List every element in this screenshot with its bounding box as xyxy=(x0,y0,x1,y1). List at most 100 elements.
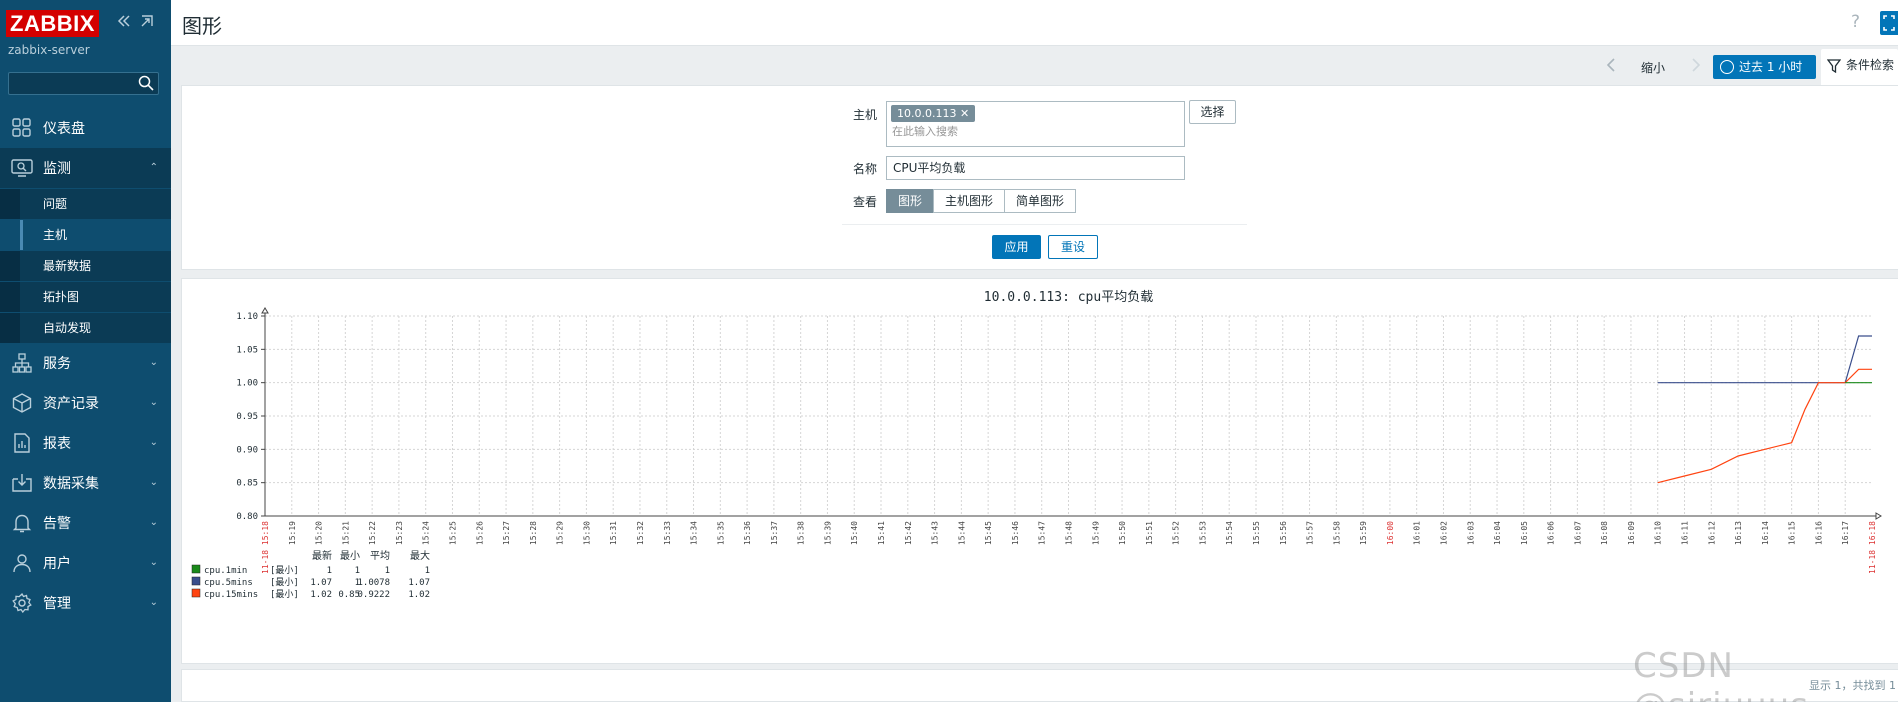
select-host-button[interactable]: 选择 xyxy=(1189,100,1236,124)
legend-function: [最小] xyxy=(270,589,299,600)
y-tick-label: 0.85 xyxy=(236,479,258,489)
menu-item-alerts[interactable]: 告警 ⌄ xyxy=(0,503,171,543)
chevron-up-icon: ⌃ xyxy=(149,162,158,173)
y-tick-label: 1.00 xyxy=(236,379,258,389)
monitoring-icon xyxy=(11,157,33,179)
x-tick-label: 15:53 xyxy=(1198,521,1207,545)
menu-item-label: 数据采集 xyxy=(43,476,99,492)
submenu-item-discovery[interactable]: 自动发现 xyxy=(0,312,171,343)
view-option-simple-graph[interactable]: 简单图形 xyxy=(1004,189,1076,213)
view-option-graph[interactable]: 图形 xyxy=(886,189,934,213)
filter-divider xyxy=(842,224,1247,225)
x-tick-label: 15:51 xyxy=(1145,521,1154,545)
x-tick-label: 16:10 xyxy=(1654,521,1663,545)
x-tick-label: 15:34 xyxy=(690,521,699,545)
zabbix-logo[interactable]: ZABBIX xyxy=(6,10,99,37)
legend-value: 1 xyxy=(355,566,360,576)
menu-item-administration[interactable]: 管理 ⌄ xyxy=(0,583,171,623)
legend-header: 平均 xyxy=(370,550,390,562)
submenu-item-hosts[interactable]: 主机 xyxy=(0,219,171,251)
menu-item-label: 管理 xyxy=(43,596,71,612)
zoom-out-button[interactable]: 缩小 xyxy=(1641,59,1665,76)
submenu-item-maps[interactable]: 拓扑图 xyxy=(0,281,171,312)
legend-function: [最小] xyxy=(270,577,299,588)
chart-title: 10.0.0.113: cpu平均负载 xyxy=(984,290,1153,305)
x-axis-arrow xyxy=(1875,512,1882,520)
x-tick-label: 15:36 xyxy=(743,521,752,545)
x-tick-label: 15:26 xyxy=(475,521,484,545)
x-tick-label: 15:23 xyxy=(395,521,404,545)
x-tick-label: 15:42 xyxy=(904,521,913,545)
users-icon xyxy=(11,552,33,574)
x-tick-label: 16:09 xyxy=(1627,521,1636,545)
x-tick-label: 15:47 xyxy=(1038,521,1047,545)
x-tick-label: 16:06 xyxy=(1547,521,1556,545)
x-tick-label: 15:52 xyxy=(1172,521,1181,545)
time-next-icon[interactable] xyxy=(1691,57,1701,78)
x-tick-label: 15:30 xyxy=(582,521,591,545)
name-field[interactable]: CPU平均负载 xyxy=(886,156,1185,180)
time-period-tab[interactable]: 过去 1 小时 xyxy=(1713,55,1816,79)
collapse-sidebar-icon[interactable] xyxy=(115,14,133,32)
submenu-item-problems[interactable]: 问题 xyxy=(0,188,171,219)
menu-item-dashboard[interactable]: 仪表盘 xyxy=(0,108,171,148)
x-tick-label: 15:43 xyxy=(931,521,940,545)
x-tick-label: 15:57 xyxy=(1306,521,1315,545)
x-tick-label: 15:35 xyxy=(716,521,725,545)
chevron-down-icon: ⌄ xyxy=(149,397,158,408)
apply-button[interactable]: 应用 xyxy=(992,235,1041,259)
x-tick-label: 15:38 xyxy=(797,521,806,545)
time-prev-icon[interactable] xyxy=(1606,57,1616,78)
legend-header: 最新 xyxy=(312,549,332,562)
x-tick-label: 16:01 xyxy=(1413,521,1422,545)
legend-value: 0.9222 xyxy=(357,590,390,600)
legend-value: 1.07 xyxy=(408,578,430,588)
legend-value: 1 xyxy=(385,566,390,576)
monitoring-submenu: 问题 主机 最新数据 拓扑图 自动发现 xyxy=(0,188,171,343)
view-option-host-graph[interactable]: 主机图形 xyxy=(933,189,1005,213)
sidebar-search-input[interactable] xyxy=(8,72,159,95)
menu-item-users[interactable]: 用户 ⌄ xyxy=(0,543,171,583)
legend-series-name: cpu.15mins xyxy=(204,590,258,600)
legend-value: 1 xyxy=(425,566,430,576)
host-chip[interactable]: 10.0.0.113 ✕ xyxy=(891,105,976,122)
submenu-item-latest-data[interactable]: 最新数据 xyxy=(0,250,171,281)
y-tick-label: 1.10 xyxy=(236,312,258,322)
cpu-load-chart: 10.0.0.113: cpu平均负载 15:19 15:20 15:21 15:22 1… xyxy=(191,290,1882,600)
legend-value: 1.02 xyxy=(310,590,332,600)
menu-item-label: 资产记录 xyxy=(43,396,99,412)
menu-item-reports[interactable]: 报表 ⌄ xyxy=(0,423,171,463)
host-multiselect[interactable]: 10.0.0.113 ✕ 在此输入搜索 xyxy=(886,101,1185,147)
filter-tab[interactable]: 条件检索 xyxy=(1821,49,1898,86)
help-icon[interactable]: ? xyxy=(1851,12,1860,32)
reports-icon xyxy=(11,432,33,454)
reset-button[interactable]: 重设 xyxy=(1048,235,1098,259)
kiosk-mode-button[interactable] xyxy=(1880,11,1898,35)
menu-item-label: 告警 xyxy=(43,516,71,532)
y-tick-label: 1.05 xyxy=(236,345,258,355)
menu-item-services[interactable]: 服务 ⌄ xyxy=(0,343,171,383)
inventory-icon xyxy=(11,392,33,414)
filter-icon xyxy=(1827,59,1841,73)
x-tick-label: 16:12 xyxy=(1707,521,1716,545)
x-tick-label: 15:19 xyxy=(288,521,297,545)
menu-item-inventory[interactable]: 资产记录 ⌄ xyxy=(0,383,171,423)
x-tick-label: 15:40 xyxy=(850,521,859,545)
menu-item-data-collection[interactable]: 数据采集 ⌄ xyxy=(0,463,171,503)
chevron-down-icon: ⌄ xyxy=(149,357,158,368)
x-tick-label: 15:28 xyxy=(529,521,538,545)
x-tick-label: 15:41 xyxy=(877,521,886,545)
x-tick-label: 16:08 xyxy=(1600,521,1609,545)
x-tick-label: 15:50 xyxy=(1118,521,1127,545)
hide-sidebar-icon[interactable] xyxy=(138,14,156,32)
main-menu: 仪表盘 监测 ⌃ 问题 主机 最新数据 拓扑图 自动发现 服务 ⌄ 资产记录 ⌄… xyxy=(0,108,171,623)
x-tick-label: 15:49 xyxy=(1091,521,1100,545)
x-tick-label: 16:15 xyxy=(1788,521,1797,545)
menu-item-monitoring[interactable]: 监测 ⌃ xyxy=(0,148,171,188)
search-icon[interactable] xyxy=(138,75,154,91)
name-label: 名称 xyxy=(852,162,877,176)
x-tick-label: 15:32 xyxy=(636,521,645,545)
host-label: 主机 xyxy=(852,108,877,122)
menu-item-label: 监测 xyxy=(43,161,71,177)
dashboard-icon xyxy=(11,117,33,139)
